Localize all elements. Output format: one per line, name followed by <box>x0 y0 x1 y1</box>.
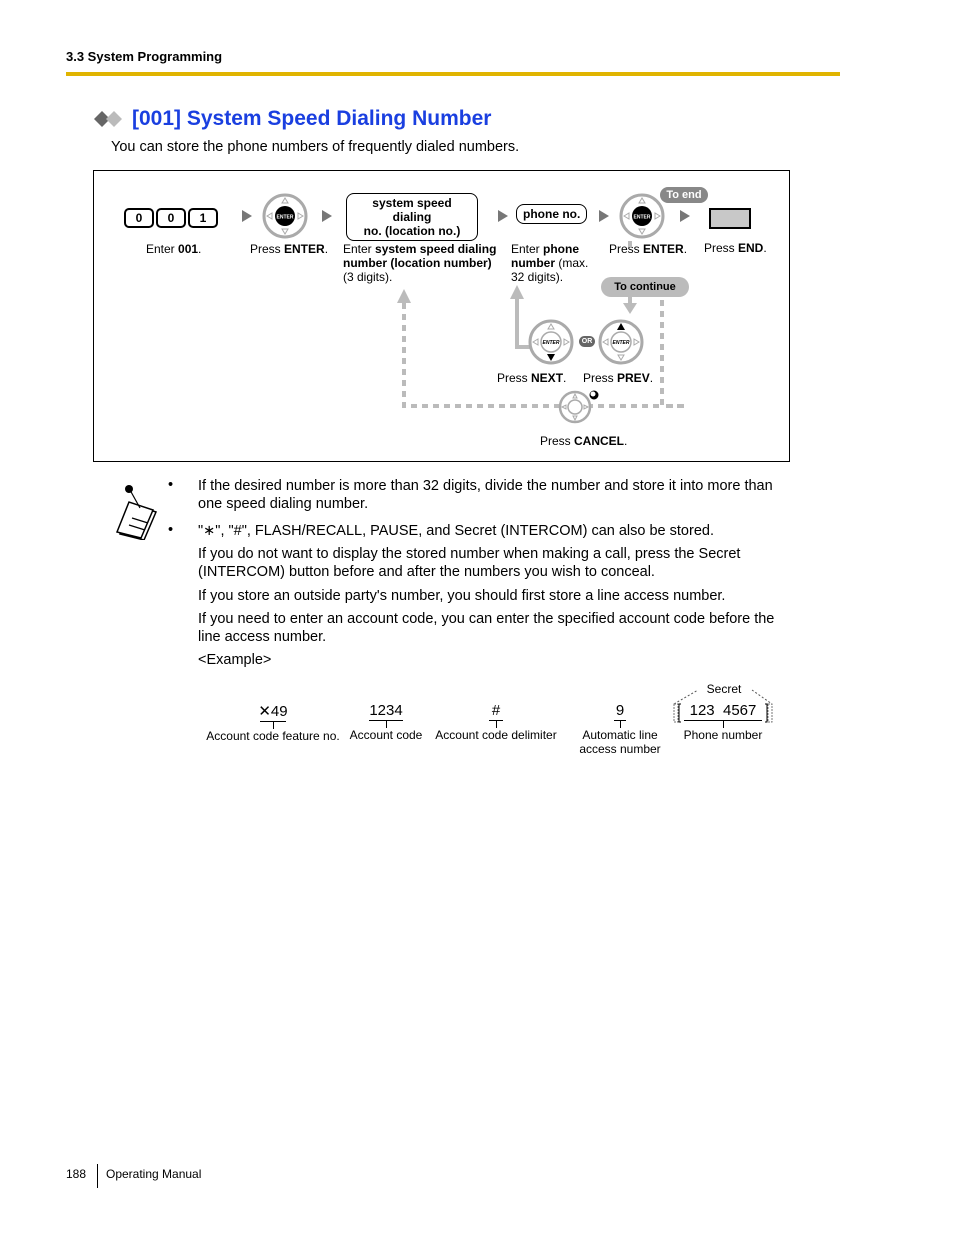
bullet-icon: • <box>168 477 174 493</box>
cancel-key-icon <box>558 389 600 424</box>
svg-text:ENTER: ENTER <box>613 340 630 346</box>
example-value: # <box>491 702 501 719</box>
tick <box>722 721 724 728</box>
note-item: "∗", "#", FLASH/RECALL, PAUSE, and Secre… <box>198 523 714 539</box>
example-label: Account code feature no. <box>206 729 340 743</box>
note-line: one speed dialing number. <box>198 496 369 512</box>
example-label: Account code delimiter <box>435 728 557 742</box>
example-item-feature-no: ✕49 Account code feature no. <box>205 702 341 743</box>
example-value: ✕49 <box>258 703 288 720</box>
press-next-label: Press NEXT. <box>497 371 567 385</box>
example-value: 123 4567 <box>689 702 757 719</box>
header-rule <box>66 72 840 76</box>
example-heading: <Example> <box>198 652 272 668</box>
note-line: If the desired number is more than 32 di… <box>198 478 773 494</box>
next-navigator-key-icon: ENTER <box>528 319 574 365</box>
intro-text: You can store the phone numbers of frequ… <box>111 139 520 155</box>
example-item-delimiter: # Account code delimiter <box>434 702 558 742</box>
example-item-line-access: 9 Automatic line access number <box>578 702 662 756</box>
memo-note-icon <box>115 485 158 540</box>
tick <box>619 721 621 728</box>
example-value: 1234 <box>369 702 403 719</box>
example-label-line: access number <box>579 742 661 756</box>
note-paragraph: If you store an outside party's number, … <box>198 588 726 604</box>
example-item-account-code: 1234 Account code <box>347 702 425 742</box>
page-title: [001] System Speed Dialing Number <box>132 107 492 130</box>
footer-doc-title: Operating Manual <box>106 1167 202 1181</box>
example-label: Account code <box>349 728 423 742</box>
example-label-line: Automatic line <box>582 728 658 742</box>
note-line: If you do not want to display the stored… <box>198 546 741 562</box>
example-item-phone-number: 123 4567 Phone number <box>680 702 766 742</box>
footer-divider <box>97 1164 98 1188</box>
tick <box>495 721 497 728</box>
press-cancel-label: Press CANCEL. <box>540 434 628 448</box>
bullet-icon: • <box>168 522 174 538</box>
note-line: line access number. <box>198 629 327 645</box>
press-prev-label: Press PREV. <box>583 371 654 385</box>
note-paragraph: If you need to enter an account code, yo… <box>198 610 774 646</box>
page-title-wrap: [001] System Speed Dialing Number <box>94 107 491 131</box>
double-diamond-icon <box>94 111 122 127</box>
example-value: 9 <box>615 702 625 719</box>
svg-text:ENTER: ENTER <box>543 340 560 346</box>
flow-connector-lines <box>397 241 684 408</box>
or-badge: OR <box>579 336 595 347</box>
note-paragraph: If you do not want to display the stored… <box>198 545 740 581</box>
example-label: Automatic line access number <box>578 728 662 756</box>
note-item: If the desired number is more than 32 di… <box>198 477 773 513</box>
tick <box>272 722 274 729</box>
section-header: 3.3 System Programming <box>66 49 223 64</box>
tick <box>385 721 387 728</box>
prev-navigator-key-icon: ENTER <box>598 319 644 365</box>
example-label: Phone number <box>683 728 763 742</box>
page-number: 188 <box>66 1167 87 1181</box>
note-line: If you need to enter an account code, yo… <box>198 611 775 627</box>
note-line: (INTERCOM) button before and after the n… <box>198 564 655 580</box>
programming-flow-diagram: 0 0 1 Enter 001. ENTER Press ENTER. syst… <box>93 170 790 462</box>
